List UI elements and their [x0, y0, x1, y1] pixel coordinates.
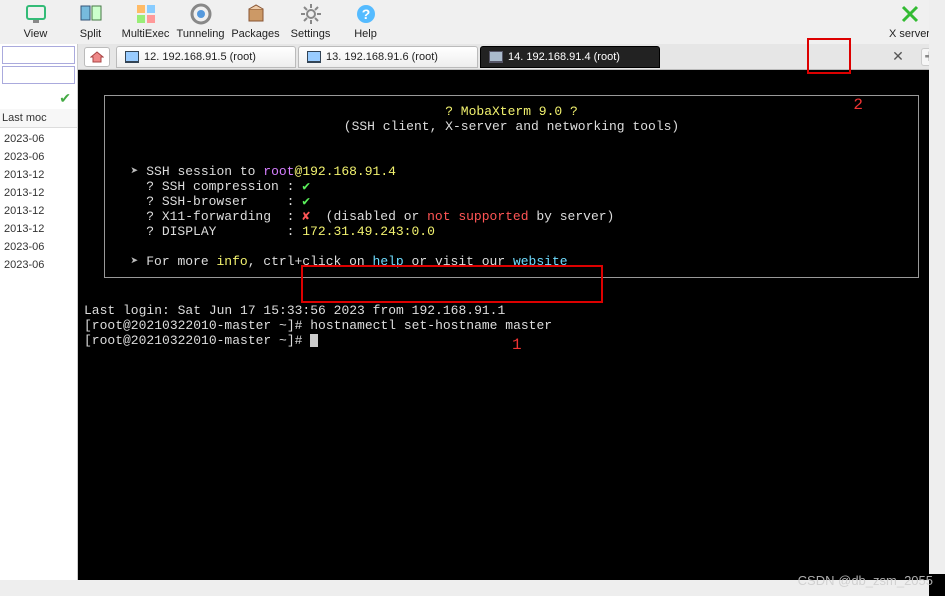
- terminal[interactable]: ? MobaXterm 9.0 ? (SSH client, X-server …: [78, 70, 945, 596]
- packages-label: Packages: [231, 28, 279, 40]
- terminal-icon: [307, 51, 321, 63]
- home-button[interactable]: [84, 47, 110, 67]
- tunneling-button[interactable]: Tunneling: [173, 2, 228, 40]
- settings-label: Settings: [291, 28, 331, 40]
- list-item[interactable]: 2013-12: [4, 202, 73, 220]
- prompt: [root@20210322010-master ~]#: [84, 333, 310, 348]
- list-item[interactable]: 2023-06: [4, 256, 73, 274]
- date-list: 2023-06 2023-06 2013-12 2013-12 2013-12 …: [0, 128, 77, 276]
- multiexec-icon: [134, 2, 158, 26]
- list-item[interactable]: 2013-12: [4, 184, 73, 202]
- multiexec-label: MultiExec: [122, 28, 170, 40]
- help-label: Help: [354, 28, 377, 40]
- lastmod-header: Last moc: [0, 109, 77, 128]
- command: hostnamectl set-hostname master: [310, 318, 552, 333]
- svg-text:?: ?: [361, 6, 370, 22]
- sidebar-input-2[interactable]: [2, 66, 75, 84]
- tab-bar: 12. 192.168.91.5 (root) 13. 192.168.91.6…: [78, 44, 945, 70]
- view-button[interactable]: View: [8, 2, 63, 40]
- tunneling-label: Tunneling: [177, 28, 225, 40]
- tab-label: 12. 192.168.91.5 (root): [144, 51, 256, 63]
- website-link[interactable]: website: [513, 254, 568, 269]
- list-item[interactable]: 2013-12: [4, 166, 73, 184]
- tab-label: 13. 192.168.91.6 (root): [326, 51, 438, 63]
- last-login: Last login: Sat Jun 17 15:33:56 2023 fro…: [84, 303, 505, 318]
- gear-icon: [299, 2, 323, 26]
- annotation-label-2: 2: [853, 96, 863, 114]
- list-item[interactable]: 2023-06: [4, 238, 73, 256]
- terminal-icon: [489, 51, 503, 63]
- scrollbar-horizontal[interactable]: [0, 580, 929, 596]
- split-button[interactable]: Split: [63, 2, 118, 40]
- sidebar-input-1[interactable]: [2, 46, 75, 64]
- help-link[interactable]: help: [373, 254, 404, 269]
- terminal-icon: [125, 51, 139, 63]
- annotation-label-1: 1: [512, 336, 522, 354]
- xserver-icon: [898, 2, 922, 26]
- tunneling-icon: [189, 2, 213, 26]
- cursor: [310, 334, 318, 347]
- tab-session-1[interactable]: 12. 192.168.91.5 (root): [116, 46, 296, 68]
- tab-session-3[interactable]: 14. 192.168.91.4 (root): [480, 46, 660, 68]
- list-item[interactable]: 2023-06: [4, 148, 73, 166]
- split-label: Split: [80, 28, 101, 40]
- multiexec-button[interactable]: MultiExec: [118, 2, 173, 40]
- watermark: CSDN @db_zsm_2055: [798, 573, 933, 588]
- banner-title: ? MobaXterm 9.0 ?: [445, 104, 578, 119]
- sidebar: ✔ Last moc 2023-06 2023-06 2013-12 2013-…: [0, 44, 78, 596]
- view-label: View: [24, 28, 48, 40]
- settings-button[interactable]: Settings: [283, 2, 338, 40]
- tab-label: 14. 192.168.91.4 (root): [508, 51, 620, 63]
- help-icon: ?: [354, 2, 378, 26]
- list-item[interactable]: 2013-12: [4, 220, 73, 238]
- packages-icon: [244, 2, 268, 26]
- terminal-banner: ? MobaXterm 9.0 ? (SSH client, X-server …: [104, 95, 919, 278]
- prompt: [root@20210322010-master ~]#: [84, 318, 310, 333]
- banner-subtitle: (SSH client, X-server and networking too…: [344, 119, 679, 134]
- view-icon: [24, 2, 48, 26]
- check-icon: ✔: [0, 88, 77, 109]
- tab-session-2[interactable]: 13. 192.168.91.6 (root): [298, 46, 478, 68]
- split-icon: [79, 2, 103, 26]
- close-tab-button[interactable]: ✕: [881, 46, 915, 68]
- help-button[interactable]: ? Help: [338, 2, 393, 40]
- xserver-label: X server: [889, 28, 930, 40]
- scrollbar-vertical[interactable]: [929, 0, 945, 574]
- list-item[interactable]: 2023-06: [4, 130, 73, 148]
- packages-button[interactable]: Packages: [228, 2, 283, 40]
